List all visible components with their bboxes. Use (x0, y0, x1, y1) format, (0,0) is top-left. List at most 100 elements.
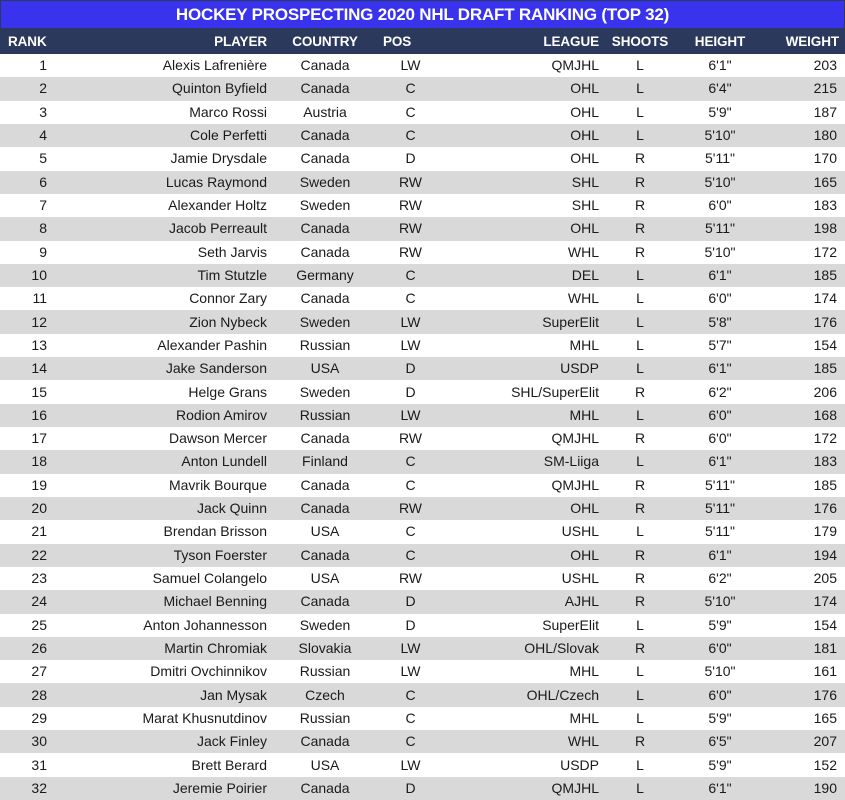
draft-ranking-table-container: HOCKEY PROSPECTING 2020 NHL DRAFT RANKIN… (0, 0, 845, 800)
table-row[interactable]: 9 Seth Jarvis Canada RW WHL R 5'10" 172 (0, 240, 845, 264)
table-header-row: RANK PLAYER COUNTRY POS LEAGUE SHOOTS HE… (0, 28, 845, 54)
table-row[interactable]: 26 Martin Chromiak Slovakia LW OHL/Slovak R 6'… (0, 636, 845, 661)
table-row[interactable]: 11 Connor Zary Canada C WHL L 6'0" 174 (0, 287, 845, 311)
cell-country: Sweden (299, 197, 351, 214)
cell-pos: C (405, 546, 416, 563)
cell-league: OHL/Czech (526, 686, 599, 703)
column-header-rank[interactable]: RANK (0, 28, 90, 54)
cell-shoots: R (634, 173, 646, 190)
cell-shoots: L (636, 406, 644, 423)
cell-rank: 17 (31, 430, 47, 447)
page-title: HOCKEY PROSPECTING 2020 NHL DRAFT RANKIN… (175, 4, 670, 24)
cell-rank: 23 (31, 570, 47, 587)
table-row[interactable]: 27 Dmitri Ovchinnikov Russian LW MHL L 5'10" 16… (0, 660, 845, 684)
cell-pos: LW (400, 313, 421, 330)
column-header-shoots[interactable]: SHOOTS (605, 28, 675, 54)
cell-player: Anton Lundell (181, 453, 267, 470)
cell-player: Zion Nybeck (189, 313, 267, 330)
cell-pos: D (405, 616, 416, 633)
table-row[interactable]: 16 Rodion Amirov Russian LW MHL L 6'0" 168 (0, 403, 845, 427)
table-row[interactable]: 31 Brett Berard USA LW USDP L 5'9" 152 (0, 753, 845, 777)
table-row[interactable]: 7 Alexander Holtz Sweden RW SHL R 6'0" 183 (0, 193, 845, 218)
cell-pos: RW (398, 197, 423, 214)
cell-shoots: L (636, 686, 644, 703)
cell-league: OHL (570, 500, 599, 517)
cell-country: Canada (300, 127, 350, 144)
cell-rank: 5 (39, 150, 47, 167)
table-row[interactable]: 14 Jake Sanderson USA D USDP L 6'1" 185 (0, 357, 845, 381)
table-row[interactable]: 20 Jack Quinn Canada RW OHL R 5'11" 176 (0, 496, 845, 521)
cell-country: Canada (300, 243, 350, 260)
cell-player: Michael Benning (163, 593, 267, 610)
cell-weight: 165 (813, 173, 837, 190)
cell-rank: 20 (31, 500, 47, 517)
column-header-league[interactable]: LEAGUE (460, 28, 605, 54)
table-row[interactable]: 23 Samuel Colangelo USA RW USHL R 6'2" 205 (0, 566, 845, 591)
table-row[interactable]: 32 Jeremie Poirier Canada D QMJHL L 6'1" 190 (0, 776, 845, 800)
cell-height: 5'10" (704, 243, 736, 260)
table-row[interactable]: 8 Jacob Perreault Canada RW OHL R 5'11" 198 (0, 217, 845, 241)
table-row[interactable]: 10 Tim Stutzle Germany C DEL L 6'1" 185 (0, 263, 845, 288)
cell-height: 6'1" (708, 453, 732, 470)
cell-league: AJHL (564, 593, 599, 610)
table-row[interactable]: 1 Alexis Lafrenière Canada LW QMJHL L 6'1" 203 (0, 54, 845, 78)
cell-shoots: R (634, 243, 646, 260)
cell-shoots: L (636, 360, 644, 377)
cell-country: USA (310, 756, 340, 773)
cell-country: Canada (300, 546, 350, 563)
cell-rank: 6 (39, 173, 47, 190)
cell-weight: 176 (813, 686, 837, 703)
cell-player: Anton Johannesson (143, 616, 267, 633)
cell-height: 6'0" (708, 686, 732, 703)
cell-player: Martin Chromiak (164, 639, 267, 656)
table-row[interactable]: 30 Jack Finley Canada C WHL R 6'5" 207 (0, 730, 845, 754)
cell-pos: D (405, 150, 416, 167)
table-row[interactable]: 2 Quinton Byfield Canada C OHL L 6'4" 215 (0, 77, 845, 101)
table-row[interactable]: 19 Mavrik Bourque Canada C QMJHL R 5'11" 185 (0, 473, 845, 497)
cell-shoots: L (636, 57, 644, 74)
table-row[interactable]: 21 Brendan Brisson USA C USHL L 5'11" 179 (0, 520, 845, 544)
column-header-player[interactable]: PLAYER (90, 28, 275, 54)
cell-league: OHL (570, 80, 599, 97)
table-row[interactable]: 24 Michael Benning Canada D AJHL R 5'10" 174 (0, 590, 845, 614)
column-header-height[interactable]: HEIGHT (675, 28, 765, 54)
cell-pos: C (405, 80, 416, 97)
cell-height: 6'1" (708, 779, 732, 796)
cell-rank: 2 (39, 80, 47, 97)
table-row[interactable]: 28 Jan Mysak Czech C OHL/Czech L 6'0" 176 (0, 683, 845, 707)
table-row[interactable]: 22 Tyson Foerster Canada C OHL R 6'1" 194 (0, 543, 845, 567)
cell-player: Quinton Byfield (172, 80, 267, 97)
cell-country: Austria (303, 103, 347, 120)
table-row[interactable]: 25 Anton Johannesson Sweden D SuperElit L 5'9"… (0, 613, 845, 637)
cell-rank: 28 (31, 686, 47, 703)
table-row[interactable]: 5 Jamie Drysdale Canada D OHL R 5'11" 170 (0, 147, 845, 171)
table-row[interactable]: 15 Helge Grans Sweden D SHL/SuperElit R 6'2" 20… (0, 380, 845, 404)
table-row[interactable]: 6 Lucas Raymond Sweden RW SHL R 5'10" 165 (0, 170, 845, 194)
cell-league: WHL (567, 733, 599, 750)
table-row[interactable]: 3 Marco Rossi Austria C OHL L 5'9" 187 (0, 100, 845, 124)
cell-height: 5'10" (704, 173, 736, 190)
table-row[interactable]: 12 Zion Nybeck Sweden LW SuperElit L 5'8" 176 (0, 310, 845, 334)
table-row[interactable]: 29 Marat Khusnutdinov Russian C MHL L 5'9" 165 (0, 706, 845, 731)
column-header-pos[interactable]: POS (375, 28, 460, 54)
table-row[interactable]: 4 Cole Perfetti Canada C OHL L 5'10" 180 (0, 123, 845, 148)
cell-height: 5'7" (708, 336, 732, 353)
cell-weight: 168 (813, 406, 837, 423)
cell-height: 5'10" (704, 127, 736, 144)
column-header-weight[interactable]: WEIGHT (765, 28, 845, 54)
table-row[interactable]: 17 Dawson Mercer Canada RW QMJHL R 6'0" 172 (0, 427, 845, 451)
cell-league: MHL (569, 663, 599, 680)
cell-weight: 183 (813, 453, 837, 470)
cell-height: 5'11" (705, 500, 735, 517)
cell-league: QMJHL (551, 430, 599, 447)
cell-weight: 165 (813, 709, 837, 726)
cell-height: 6'0" (708, 430, 732, 447)
table-row[interactable]: 13 Alexander Pashin Russian LW MHL L 5'7" 154 (0, 333, 845, 358)
column-header-country[interactable]: COUNTRY (275, 28, 375, 54)
cell-shoots: R (634, 383, 646, 400)
cell-pos: LW (400, 663, 421, 680)
table-row[interactable]: 18 Anton Lundell Finland C SM-Liiga L 6'1" 183 (0, 450, 845, 474)
cell-pos: D (405, 593, 416, 610)
cell-height: 5'10" (704, 663, 736, 680)
cell-rank: 25 (31, 616, 47, 633)
